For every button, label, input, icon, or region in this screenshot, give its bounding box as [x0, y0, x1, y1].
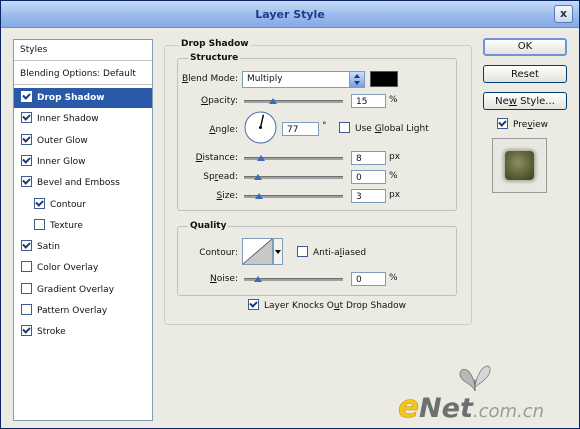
style-item-label: Gradient Overlay — [37, 284, 115, 295]
preview-check[interactable] — [497, 118, 508, 129]
style-item-pattern-overlay[interactable]: Pattern Overlay — [14, 301, 152, 321]
style-item-inner-glow[interactable]: Inner Glow — [14, 152, 152, 172]
preview-swatch — [505, 151, 534, 180]
style-item-texture[interactable]: Texture — [14, 216, 152, 236]
drop-shadow-title: Drop Shadow — [179, 39, 251, 49]
close-button[interactable]: x — [554, 5, 573, 23]
noise-slider-thumb[interactable] — [254, 276, 262, 282]
global-light-check[interactable] — [339, 122, 350, 133]
ok-button[interactable]: OK — [483, 38, 567, 56]
styles-header[interactable]: Styles — [14, 40, 152, 61]
style-item-checkbox[interactable] — [21, 240, 32, 252]
style-item-checkbox[interactable] — [34, 197, 45, 209]
layer-style-dialog: Layer Style x Styles Blending Options: D… — [0, 0, 580, 429]
style-item-checkbox[interactable] — [21, 154, 32, 166]
window-title: Layer Style — [255, 8, 325, 21]
distance-unit: px — [389, 152, 401, 162]
style-item-label: Inner Glow — [37, 156, 86, 167]
size-unit: px — [389, 190, 401, 200]
reset-button[interactable]: Reset — [483, 65, 567, 83]
angle-unit: ° — [322, 121, 327, 131]
noise-unit: % — [389, 273, 398, 283]
new-style-button[interactable]: New Style... — [483, 92, 567, 110]
layer-knocks-out-checkbox[interactable]: Layer Knocks Out Drop Shadow — [248, 299, 406, 311]
style-item-label: Texture — [50, 220, 83, 231]
contour-picker[interactable] — [242, 238, 283, 265]
preview-thumbnail — [492, 138, 547, 193]
noise-label: Noise: — [210, 274, 238, 284]
blending-options-item[interactable]: Blending Options: Default — [14, 64, 152, 85]
size-label: Size: — [216, 191, 238, 201]
style-item-contour[interactable]: Contour — [14, 195, 152, 215]
distance-slider-thumb[interactable] — [256, 155, 265, 161]
structure-title: Structure — [188, 53, 241, 63]
style-item-satin[interactable]: Satin — [14, 237, 152, 257]
contour-preview-icon — [242, 238, 283, 265]
angle-dial[interactable] — [244, 111, 277, 144]
preview-checkbox[interactable]: Preview — [497, 118, 548, 130]
style-item-label: Drop Shadow — [37, 93, 105, 103]
anti-aliased-check[interactable] — [297, 246, 308, 257]
angle-label: Angle: — [209, 125, 238, 135]
style-item-checkbox[interactable] — [21, 112, 32, 124]
distance-label: Distance: — [195, 153, 238, 163]
style-item-label: Outer Glow — [37, 135, 88, 146]
style-item-checkbox[interactable] — [21, 325, 32, 337]
spread-unit: % — [389, 171, 398, 181]
blend-mode-label: Blend Mode: — [181, 74, 238, 84]
anti-aliased-checkbox[interactable]: Anti-aliased — [297, 246, 366, 258]
opacity-slider-thumb[interactable] — [268, 98, 277, 104]
title-bar[interactable]: Layer Style x — [1, 1, 579, 28]
quality-group — [177, 226, 457, 296]
style-item-label: Contour — [50, 199, 86, 210]
spread-slider-thumb[interactable] — [254, 174, 262, 180]
enet-watermark: eNet.com.cn — [398, 389, 545, 426]
style-item-label: Satin — [37, 242, 60, 253]
style-item-label: Bevel and Emboss — [37, 178, 120, 189]
noise-input[interactable]: 0 — [351, 272, 386, 286]
style-item-bevel-and-emboss[interactable]: Bevel and Emboss — [14, 173, 152, 193]
styles-list: Styles Blending Options: Default Drop Sh… — [13, 39, 153, 421]
close-icon: x — [559, 7, 568, 20]
opacity-unit: % — [389, 95, 398, 105]
style-item-drop-shadow[interactable]: Drop Shadow — [14, 88, 152, 108]
size-slider-thumb[interactable] — [255, 193, 264, 199]
blend-mode-value: Multiply — [247, 74, 283, 84]
style-item-checkbox[interactable] — [21, 176, 32, 188]
spread-label: Spread: — [203, 172, 238, 182]
style-item-gradient-overlay[interactable]: Gradient Overlay — [14, 280, 152, 300]
style-item-label: Inner Shadow — [37, 114, 99, 125]
style-item-checkbox[interactable] — [21, 282, 32, 294]
style-item-checkbox[interactable] — [21, 304, 32, 315]
distance-input[interactable]: 8 — [351, 151, 386, 165]
spinner-arrows-icon — [349, 72, 364, 87]
spread-input[interactable]: 0 — [351, 170, 386, 184]
opacity-input[interactable]: 15 — [351, 94, 386, 108]
size-input[interactable]: 3 — [351, 189, 386, 203]
contour-label: Contour: — [199, 248, 238, 258]
shadow-color-swatch[interactable] — [370, 71, 398, 87]
style-item-label: Color Overlay — [37, 263, 99, 274]
style-item-label: Pattern Overlay — [37, 306, 108, 316]
style-item-checkbox[interactable] — [21, 91, 32, 102]
style-item-color-overlay[interactable]: Color Overlay — [14, 258, 152, 278]
blend-mode-select[interactable]: Multiply — [242, 71, 365, 88]
knocks-out-check[interactable] — [248, 299, 259, 310]
style-item-label: Stroke — [37, 327, 66, 338]
style-item-checkbox[interactable] — [21, 261, 32, 273]
style-item-checkbox[interactable] — [34, 218, 45, 230]
style-item-outer-glow[interactable]: Outer Glow — [14, 131, 152, 151]
opacity-slider-track[interactable] — [244, 100, 343, 103]
style-item-inner-shadow[interactable]: Inner Shadow — [14, 109, 152, 129]
style-item-stroke[interactable]: Stroke — [14, 322, 152, 342]
style-item-checkbox[interactable] — [21, 133, 32, 145]
use-global-light-checkbox[interactable]: Use Global Light — [339, 122, 429, 134]
quality-title: Quality — [188, 221, 229, 231]
opacity-label: Opacity: — [200, 96, 238, 106]
angle-input[interactable]: 77 — [282, 122, 319, 136]
